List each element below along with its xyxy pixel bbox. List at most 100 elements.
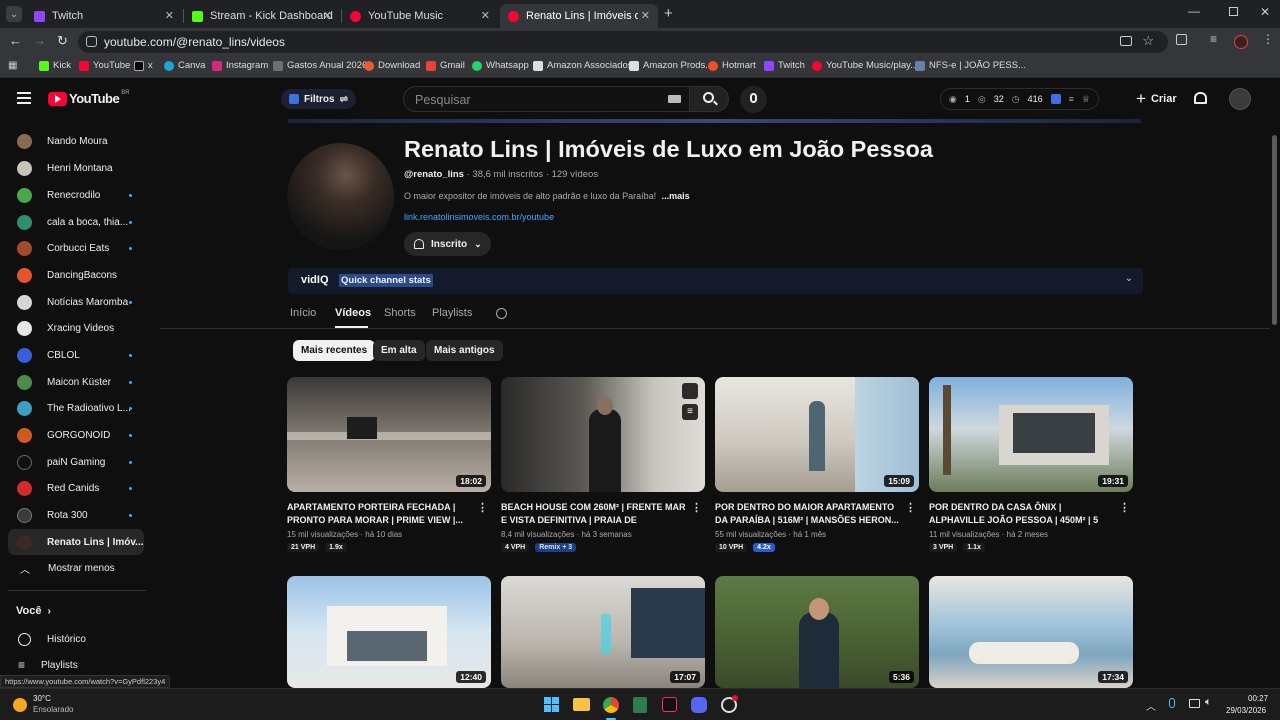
channel-description[interactable]: O maior expositor de imóveis de alto pad… xyxy=(404,191,690,201)
volume-icon[interactable]: 🔈︎ xyxy=(1205,696,1212,709)
page-scrollbar[interactable] xyxy=(1272,135,1277,325)
site-info-icon[interactable] xyxy=(86,36,97,47)
sidebar-subscription[interactable]: Xracing Videos xyxy=(8,315,144,341)
youtube-logo[interactable]: YouTube BR xyxy=(48,90,130,106)
chrome-icon[interactable] xyxy=(603,697,619,713)
sidebar-subscription[interactable]: cala a boca, thia... xyxy=(8,209,144,235)
apps-grid-icon[interactable]: ▦ xyxy=(8,60,17,71)
sidebar-subscription[interactable]: Renecrodilo xyxy=(8,182,144,208)
video-menu-icon[interactable]: ⋮ xyxy=(477,501,488,514)
tab-list-icon[interactable]: ⌄ xyxy=(6,6,22,22)
discord-icon[interactable] xyxy=(691,697,707,713)
video-title[interactable]: POR DENTRO DO MAIOR APARTAMENTO DA PARAÍ… xyxy=(715,501,905,527)
weather-icon[interactable] xyxy=(13,698,27,712)
bookmark-hotmart[interactable]: Hotmart xyxy=(708,60,756,71)
close-tab-icon[interactable]: ✕ xyxy=(323,9,332,22)
sidebar-subscription[interactable]: Corbucci Eats xyxy=(8,235,144,261)
vidiq-remix-badge[interactable]: Remix + 3 xyxy=(535,543,577,552)
vidiq-filters-button[interactable]: Filtros ⇌ xyxy=(281,89,356,109)
search-button[interactable] xyxy=(689,86,729,112)
expand-chevron-icon[interactable]: ⌄ xyxy=(1125,273,1133,284)
back-icon[interactable]: ← xyxy=(9,33,22,48)
video-card[interactable]: 5:36 xyxy=(715,576,919,688)
tab-shorts[interactable]: Shorts xyxy=(384,307,416,319)
start-windows-icon[interactable] xyxy=(544,697,559,712)
voice-search-button[interactable] xyxy=(740,86,767,113)
bookmark-twitch[interactable]: Twitch xyxy=(764,60,805,71)
video-thumbnail[interactable]: 17:07 xyxy=(501,576,705,688)
bookmark-amazon-associados[interactable]: Amazon Associados xyxy=(533,60,633,71)
video-thumbnail[interactable]: 12:40 xyxy=(287,576,491,688)
chip-oldest[interactable]: Mais antigos xyxy=(426,340,503,361)
video-card[interactable]: 12:40 xyxy=(287,576,491,688)
bookmark-nfse[interactable]: NFS-e | JOÃO PESS... xyxy=(915,60,1026,71)
sidebar-subscription[interactable]: Red Canids xyxy=(8,475,144,501)
chip-popular[interactable]: Em alta xyxy=(373,340,425,361)
video-title[interactable]: BEACH HOUSE COM 260M² | FRENTE MAR E VIS… xyxy=(501,501,691,527)
keyboard-icon[interactable] xyxy=(668,95,681,103)
browser-menu-icon[interactable]: ⋮ xyxy=(1262,32,1274,46)
bookmark-amazon-prods[interactable]: Amazon Prods. xyxy=(629,60,708,71)
clock-date[interactable]: 29/03/2026 xyxy=(1226,706,1266,715)
channel-link[interactable]: link.renatolinsimoveis.com.br/youtube xyxy=(404,212,554,222)
channel-search-icon[interactable] xyxy=(496,308,507,319)
bookmark-canva[interactable]: Canva xyxy=(164,60,205,71)
video-thumbnail[interactable]: ≡ xyxy=(501,377,705,492)
video-card[interactable]: 18:02 APARTAMENTO PORTEIRA FECHADA | PRO… xyxy=(287,377,491,552)
clock-time[interactable]: 00:27 xyxy=(1248,694,1268,703)
bookmark-download[interactable]: Download xyxy=(364,60,420,71)
tab-kick-dashboard[interactable]: Stream - Kick Dashboard ✕ xyxy=(184,4,340,28)
sidebar-subscription[interactable]: The Radioativo L... xyxy=(8,395,144,421)
hamburger-menu-icon[interactable] xyxy=(17,92,31,104)
tab-youtube-music[interactable]: YouTube Music ✕ xyxy=(342,4,498,28)
tab-renato-lins[interactable]: Renato Lins | Imóveis de Luxo e ✕ xyxy=(500,4,658,28)
minimize-icon[interactable]: — xyxy=(1188,4,1200,18)
microphone-tray-icon[interactable] xyxy=(1169,698,1175,708)
sidebar-subscription[interactable]: DancingBacons xyxy=(8,262,144,288)
sidebar-subscription-active[interactable]: Renato Lins | Imóv... xyxy=(8,529,144,555)
more-link[interactable]: ...mais xyxy=(662,191,690,201)
bookmark-star-icon[interactable]: ☆ xyxy=(1142,33,1154,49)
sidebar-subscription[interactable]: paiN Gaming xyxy=(8,449,144,475)
video-thumbnail[interactable]: 18:02 xyxy=(287,377,491,492)
video-thumbnail[interactable]: 17:34 xyxy=(929,576,1133,688)
file-explorer-icon[interactable] xyxy=(573,698,590,711)
bookmark-youtube-music[interactable]: YouTube Music/play... xyxy=(812,60,918,71)
vidiq-channel-stats-bar[interactable]: vidIQ Quick channel stats ⌄ xyxy=(288,268,1143,294)
display-icon[interactable] xyxy=(1189,699,1200,708)
video-thumbnail[interactable]: 15:09 xyxy=(715,377,919,492)
tab-videos[interactable]: Vídeos xyxy=(335,307,371,319)
sidebar-subscription[interactable]: Henri Montana xyxy=(8,155,144,181)
vidiq-stats-bar[interactable]: ◉ 1 ◎ 32 ◷ 416 ≡ ♕ xyxy=(940,88,1099,110)
tab-home[interactable]: Início xyxy=(290,307,316,319)
video-thumbnail[interactable]: 19:31 xyxy=(929,377,1133,492)
show-less-button[interactable]: ︿ Mostrar menos xyxy=(8,555,144,581)
video-menu-icon[interactable]: ⋮ xyxy=(1119,501,1130,514)
close-window-icon[interactable]: ✕ xyxy=(1260,5,1270,19)
reload-icon[interactable]: ↻ xyxy=(57,33,68,49)
restore-icon[interactable] xyxy=(1229,7,1238,16)
address-bar[interactable]: youtube.com/@renato_lins/videos ☆ xyxy=(78,31,1168,53)
bookmark-x[interactable]: x xyxy=(134,60,153,71)
subscribed-button[interactable]: Inscrito ⌄ xyxy=(404,232,491,256)
video-thumbnail[interactable]: 5:36 xyxy=(715,576,919,688)
close-tab-icon[interactable]: ✕ xyxy=(165,9,174,22)
bookmark-gmail[interactable]: Gmail xyxy=(426,60,465,71)
video-card[interactable]: ≡ BEACH HOUSE COM 260M² | FRENTE MAR E V… xyxy=(501,377,705,552)
sidebar-subscription[interactable]: Maicon Küster xyxy=(8,369,144,395)
you-section-header[interactable]: Você › xyxy=(16,605,51,617)
sidebar-item-history[interactable]: Histórico xyxy=(8,626,144,652)
notifications-bell-icon[interactable] xyxy=(1194,92,1207,104)
tab-twitch[interactable]: Twitch ✕ xyxy=(26,4,182,28)
create-button[interactable]: + Criar xyxy=(1128,87,1185,111)
search-input[interactable]: Pesquisar xyxy=(403,86,690,112)
account-avatar[interactable] xyxy=(1229,88,1251,110)
tab-playlists[interactable]: Playlists xyxy=(432,307,472,319)
bookmark-gastos[interactable]: Gastos Anual 2026 xyxy=(273,60,367,71)
video-card[interactable]: 17:34 xyxy=(929,576,1133,688)
close-tab-icon[interactable]: ✕ xyxy=(481,9,490,22)
bookmark-kick[interactable]: Kick xyxy=(39,60,71,71)
video-menu-icon[interactable]: ⋮ xyxy=(691,501,702,514)
video-card[interactable]: 17:07 xyxy=(501,576,705,688)
sidebar-subscription[interactable]: Notícias Maromba xyxy=(8,289,144,315)
